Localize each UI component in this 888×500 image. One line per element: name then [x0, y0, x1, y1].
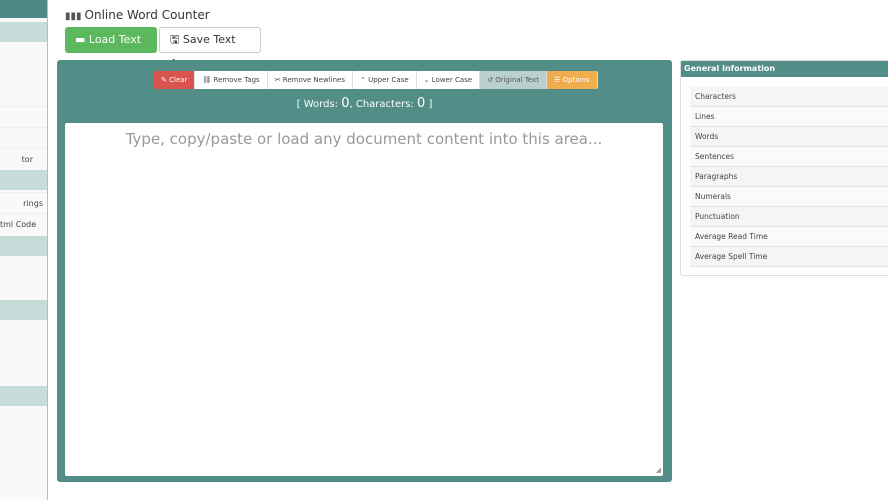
- sidebar-section-header[interactable]: [0, 170, 47, 190]
- sliders-icon: ☰: [553, 76, 561, 84]
- sidebar-section-header[interactable]: [0, 300, 47, 320]
- clear-button[interactable]: ✎ Clear: [154, 71, 196, 89]
- resize-handle-icon[interactable]: ◢: [656, 466, 661, 474]
- lower-case-button[interactable]: ⌄ Lower Case: [416, 71, 481, 89]
- sidebar-section-header[interactable]: [0, 22, 47, 42]
- floppy-icon: 🖫: [170, 33, 183, 46]
- toolbar: ✎ Clear ⛓ Remove Tags ✂ Remove Newlines …: [154, 71, 598, 89]
- word-count: 0: [341, 96, 350, 111]
- sidebar-item[interactable]: rings: [0, 192, 47, 213]
- unlink-icon: ⛓: [202, 76, 212, 84]
- sidebar-item[interactable]: [0, 106, 47, 127]
- text-input-area[interactable]: Type, copy/paste or load any document co…: [65, 123, 663, 476]
- eraser-icon: ✎: [161, 76, 167, 84]
- info-row: Sentences: [690, 147, 888, 167]
- info-row: Paragraphs: [690, 167, 888, 187]
- load-text-button[interactable]: ▬ Load Text ▾: [65, 27, 157, 72]
- info-row: Lines: [690, 107, 888, 127]
- sidebar-item[interactable]: [0, 127, 47, 148]
- chevron-down-icon: ⌄: [423, 76, 430, 84]
- chevron-up-icon: ⌃: [359, 76, 366, 84]
- info-row: Average Read Time: [690, 227, 888, 247]
- sidebar-top-bar: [0, 0, 47, 18]
- info-row: Words: [690, 127, 888, 147]
- general-information-panel: General Information Characters Lines Words…: [680, 60, 888, 276]
- sidebar: tor rings tml Code: [0, 0, 48, 500]
- info-row: Average Spell Time: [690, 247, 888, 267]
- remove-tags-button[interactable]: ⛓ Remove Tags: [195, 71, 268, 89]
- sidebar-section-header[interactable]: [0, 236, 47, 256]
- save-text-as-button[interactable]: 🖫 Save Text As ▾: [159, 27, 261, 70]
- sidebar-item[interactable]: tor: [0, 148, 47, 169]
- sidebar-section-header[interactable]: [0, 386, 47, 406]
- info-title: General Information: [681, 61, 888, 77]
- folder-icon: ▬: [75, 33, 89, 46]
- info-row: Numerals: [690, 187, 888, 207]
- options-button[interactable]: ☰ Options: [546, 71, 598, 89]
- original-text-button[interactable]: ↺ Original Text: [480, 71, 547, 89]
- title-text: Online Word Counter: [84, 8, 210, 22]
- sidebar-item[interactable]: tml Code: [0, 213, 47, 234]
- remove-newlines-button[interactable]: ✂ Remove Newlines: [267, 71, 353, 89]
- info-row: Characters: [690, 87, 888, 107]
- load-label: Load Text: [88, 33, 142, 46]
- char-count: 0: [416, 96, 426, 111]
- word-count-display: [ Words: 0, Characters: 0 ]: [296, 96, 433, 111]
- scissors-icon: ✂: [274, 76, 281, 84]
- editor-placeholder: Type, copy/paste or load any document co…: [125, 130, 603, 148]
- page-title: ▮▮▮ Online Word Counter: [65, 8, 210, 22]
- bar-chart-icon: ▮▮▮: [65, 11, 82, 22]
- upper-case-button[interactable]: ⌃ Upper Case: [352, 71, 417, 89]
- editor-panel: ✎ Clear ⛓ Remove Tags ✂ Remove Newlines …: [57, 60, 672, 482]
- info-row: Punctuation: [690, 207, 888, 227]
- undo-icon: ↺: [487, 76, 493, 84]
